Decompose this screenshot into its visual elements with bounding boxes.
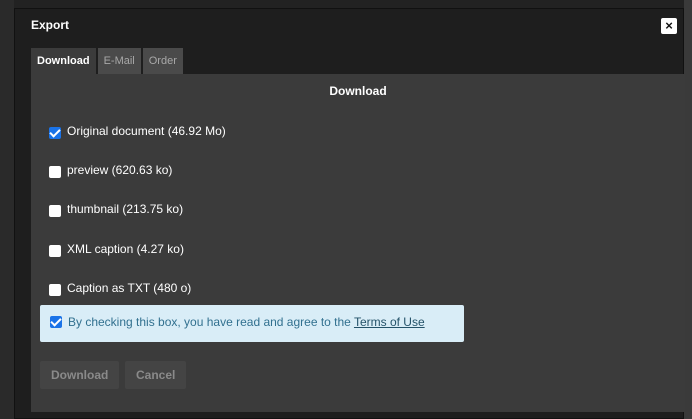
- export-dialog: Export × Download E-Mail Order Download …: [14, 8, 685, 419]
- download-panel: Download Original document (46.92 Mo) pr…: [31, 74, 685, 412]
- tab-download[interactable]: Download: [31, 48, 96, 74]
- option-label: Original document (46.92 Mo): [67, 124, 226, 138]
- option-label: preview (620.63 ko): [67, 163, 173, 177]
- terms-text: By checking this box, you have read and …: [68, 315, 425, 329]
- checkbox-preview[interactable]: [49, 166, 61, 178]
- option-label: XML caption (4.27 ko): [67, 242, 184, 256]
- close-icon[interactable]: ×: [661, 18, 677, 34]
- option-preview[interactable]: preview (620.63 ko): [49, 161, 172, 179]
- option-xml-caption[interactable]: XML caption (4.27 ko): [49, 240, 184, 258]
- checkbox-xml-caption[interactable]: [49, 245, 61, 257]
- terms-checkbox[interactable]: [50, 316, 62, 328]
- option-label: Caption as TXT (480 o): [67, 281, 192, 295]
- backdrop-right-strip: [684, 0, 692, 419]
- checkbox-original-document[interactable]: [49, 127, 61, 139]
- tab-email[interactable]: E-Mail: [97, 48, 141, 74]
- terms-agreement-box: By checking this box, you have read and …: [40, 305, 464, 342]
- dialog-title: Export: [31, 18, 70, 32]
- cancel-button[interactable]: Cancel: [125, 361, 187, 389]
- option-caption-txt[interactable]: Caption as TXT (480 o): [49, 279, 191, 297]
- terms-of-use-link[interactable]: Terms of Use: [354, 315, 425, 329]
- option-label: thumbnail (213.75 ko): [67, 202, 184, 216]
- panel-heading: Download: [329, 84, 387, 98]
- option-thumbnail[interactable]: thumbnail (213.75 ko): [49, 200, 183, 218]
- option-original-document[interactable]: Original document (46.92 Mo): [49, 122, 226, 140]
- terms-statement: By checking this box, you have read and …: [68, 315, 354, 329]
- tab-bar: Download E-Mail Order: [31, 48, 183, 74]
- backdrop-left-strip: [0, 0, 14, 419]
- download-button[interactable]: Download: [40, 361, 120, 389]
- dialog-titlebar: Export ×: [15, 9, 683, 43]
- checkbox-thumbnail[interactable]: [49, 205, 61, 217]
- tab-order[interactable]: Order: [142, 48, 183, 74]
- checkbox-caption-txt[interactable]: [49, 284, 61, 296]
